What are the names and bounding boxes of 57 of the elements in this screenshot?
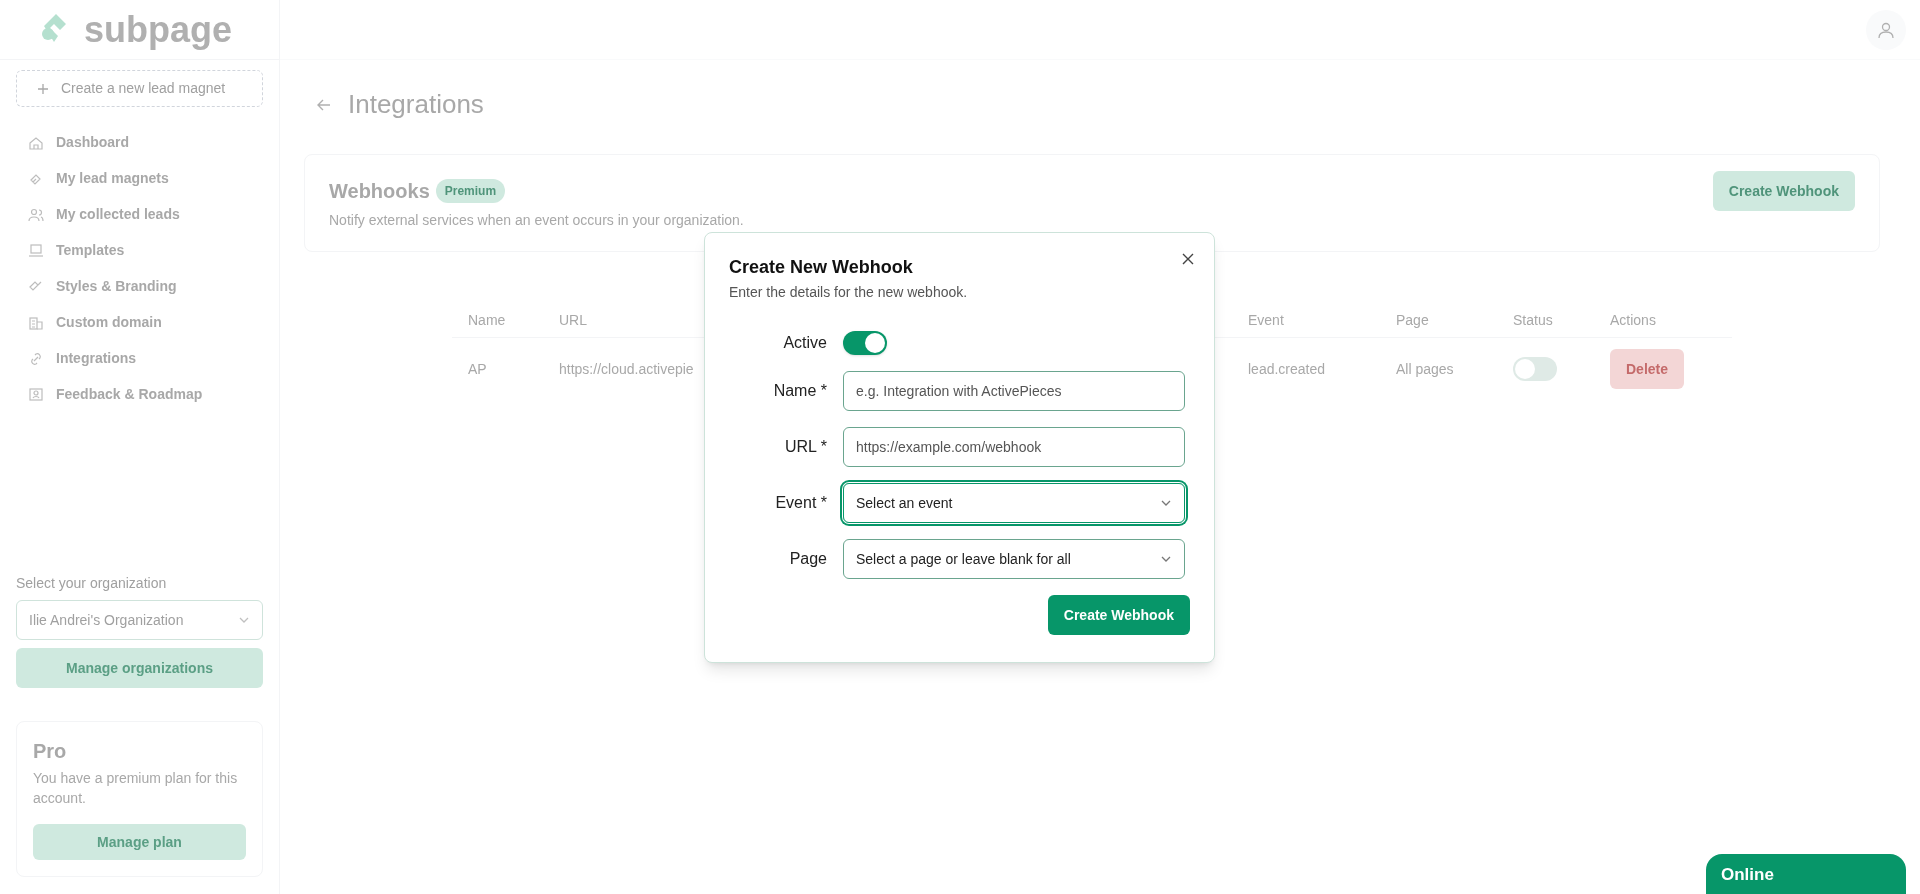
- select-field[interactable]: Select a page or leave blank for all: [843, 539, 1185, 579]
- table-cell-text: AP: [468, 359, 488, 379]
- create-webhook-button[interactable]: Create Webhook: [1712, 171, 1855, 211]
- select-field[interactable]: Select an event: [843, 483, 1185, 523]
- table-cell-text: All pages: [1396, 359, 1455, 379]
- table-cell-text: lead.created: [1248, 359, 1327, 379]
- field-label: Name *: [772, 381, 827, 401]
- input-field[interactable]: e.g. Integration with ActivePieces: [843, 371, 1185, 411]
- manage-plan-button[interactable]: Manage plan: [33, 824, 246, 860]
- delete-button[interactable]: Delete: [1610, 349, 1685, 389]
- sidebar-item[interactable]: My collected leads: [28, 204, 251, 225]
- column-header: URL: [559, 311, 588, 330]
- create-lead-magnet-button[interactable]: Create a new lead magnet: [16, 70, 263, 107]
- sidebar-item[interactable]: Templates: [28, 240, 251, 261]
- table-cell-text: https://cloud.activepie: [559, 359, 695, 379]
- close-button[interactable]: [1180, 251, 1196, 267]
- sidebar-item[interactable]: Feedback & Roadmap: [28, 384, 251, 405]
- field-label: Active: [782, 333, 827, 353]
- logo-text: subpage: [84, 11, 233, 48]
- column-header: Actions: [1610, 311, 1657, 330]
- status-toggle[interactable]: [1513, 357, 1557, 381]
- feedback-icon: [28, 386, 44, 403]
- monitor-icon: [28, 242, 44, 259]
- link-icon: [28, 350, 44, 367]
- column-header: Page: [1396, 311, 1430, 330]
- column-header: Name: [468, 311, 507, 330]
- create-webhook-button[interactable]: Create Webhook: [1047, 595, 1190, 635]
- building-icon: [28, 314, 44, 331]
- input-field[interactable]: https://example.com/webhook: [843, 427, 1185, 467]
- user-icon: [1877, 20, 1895, 39]
- field-label: URL *: [783, 437, 827, 457]
- sidebar-item[interactable]: My lead magnets: [28, 168, 251, 189]
- avatar-button[interactable]: [1866, 9, 1906, 50]
- field-label: Page: [788, 549, 827, 569]
- field-label: Event *: [774, 493, 827, 513]
- users-icon: [28, 206, 44, 223]
- organization-select[interactable]: Ilie Andrei's Organization: [16, 600, 263, 640]
- page-title: Integrations: [348, 88, 484, 121]
- dialog-subtitle: Enter the details for the new webhook.: [729, 283, 968, 302]
- manage-organizations-button[interactable]: Manage organizations: [16, 648, 263, 688]
- close-icon: [1182, 253, 1194, 265]
- column-header: Event: [1248, 311, 1285, 330]
- plan-description: You have a premium plan for this account.: [33, 769, 239, 808]
- plus-icon: [37, 82, 49, 95]
- active-toggle[interactable]: [843, 331, 887, 355]
- plan-title: Pro: [33, 739, 68, 764]
- webhooks-description: Notify external services when an event occurs in your organization.: [329, 210, 744, 230]
- sidebar-item[interactable]: Integrations: [28, 348, 251, 369]
- column-header: Status: [1513, 311, 1554, 330]
- sidebar-item[interactable]: Custom domain: [28, 312, 251, 333]
- dialog-title: Create New Webhook: [729, 256, 913, 279]
- sidebar-item[interactable]: Styles & Branding: [28, 276, 251, 297]
- webhooks-title: Webhooks: [329, 178, 430, 204]
- chat-status-tab[interactable]: Online: [1706, 854, 1906, 894]
- sidebar-item[interactable]: Dashboard: [28, 132, 251, 153]
- organization-label: Select your organization: [16, 574, 168, 593]
- premium-badge: Premium: [435, 178, 506, 203]
